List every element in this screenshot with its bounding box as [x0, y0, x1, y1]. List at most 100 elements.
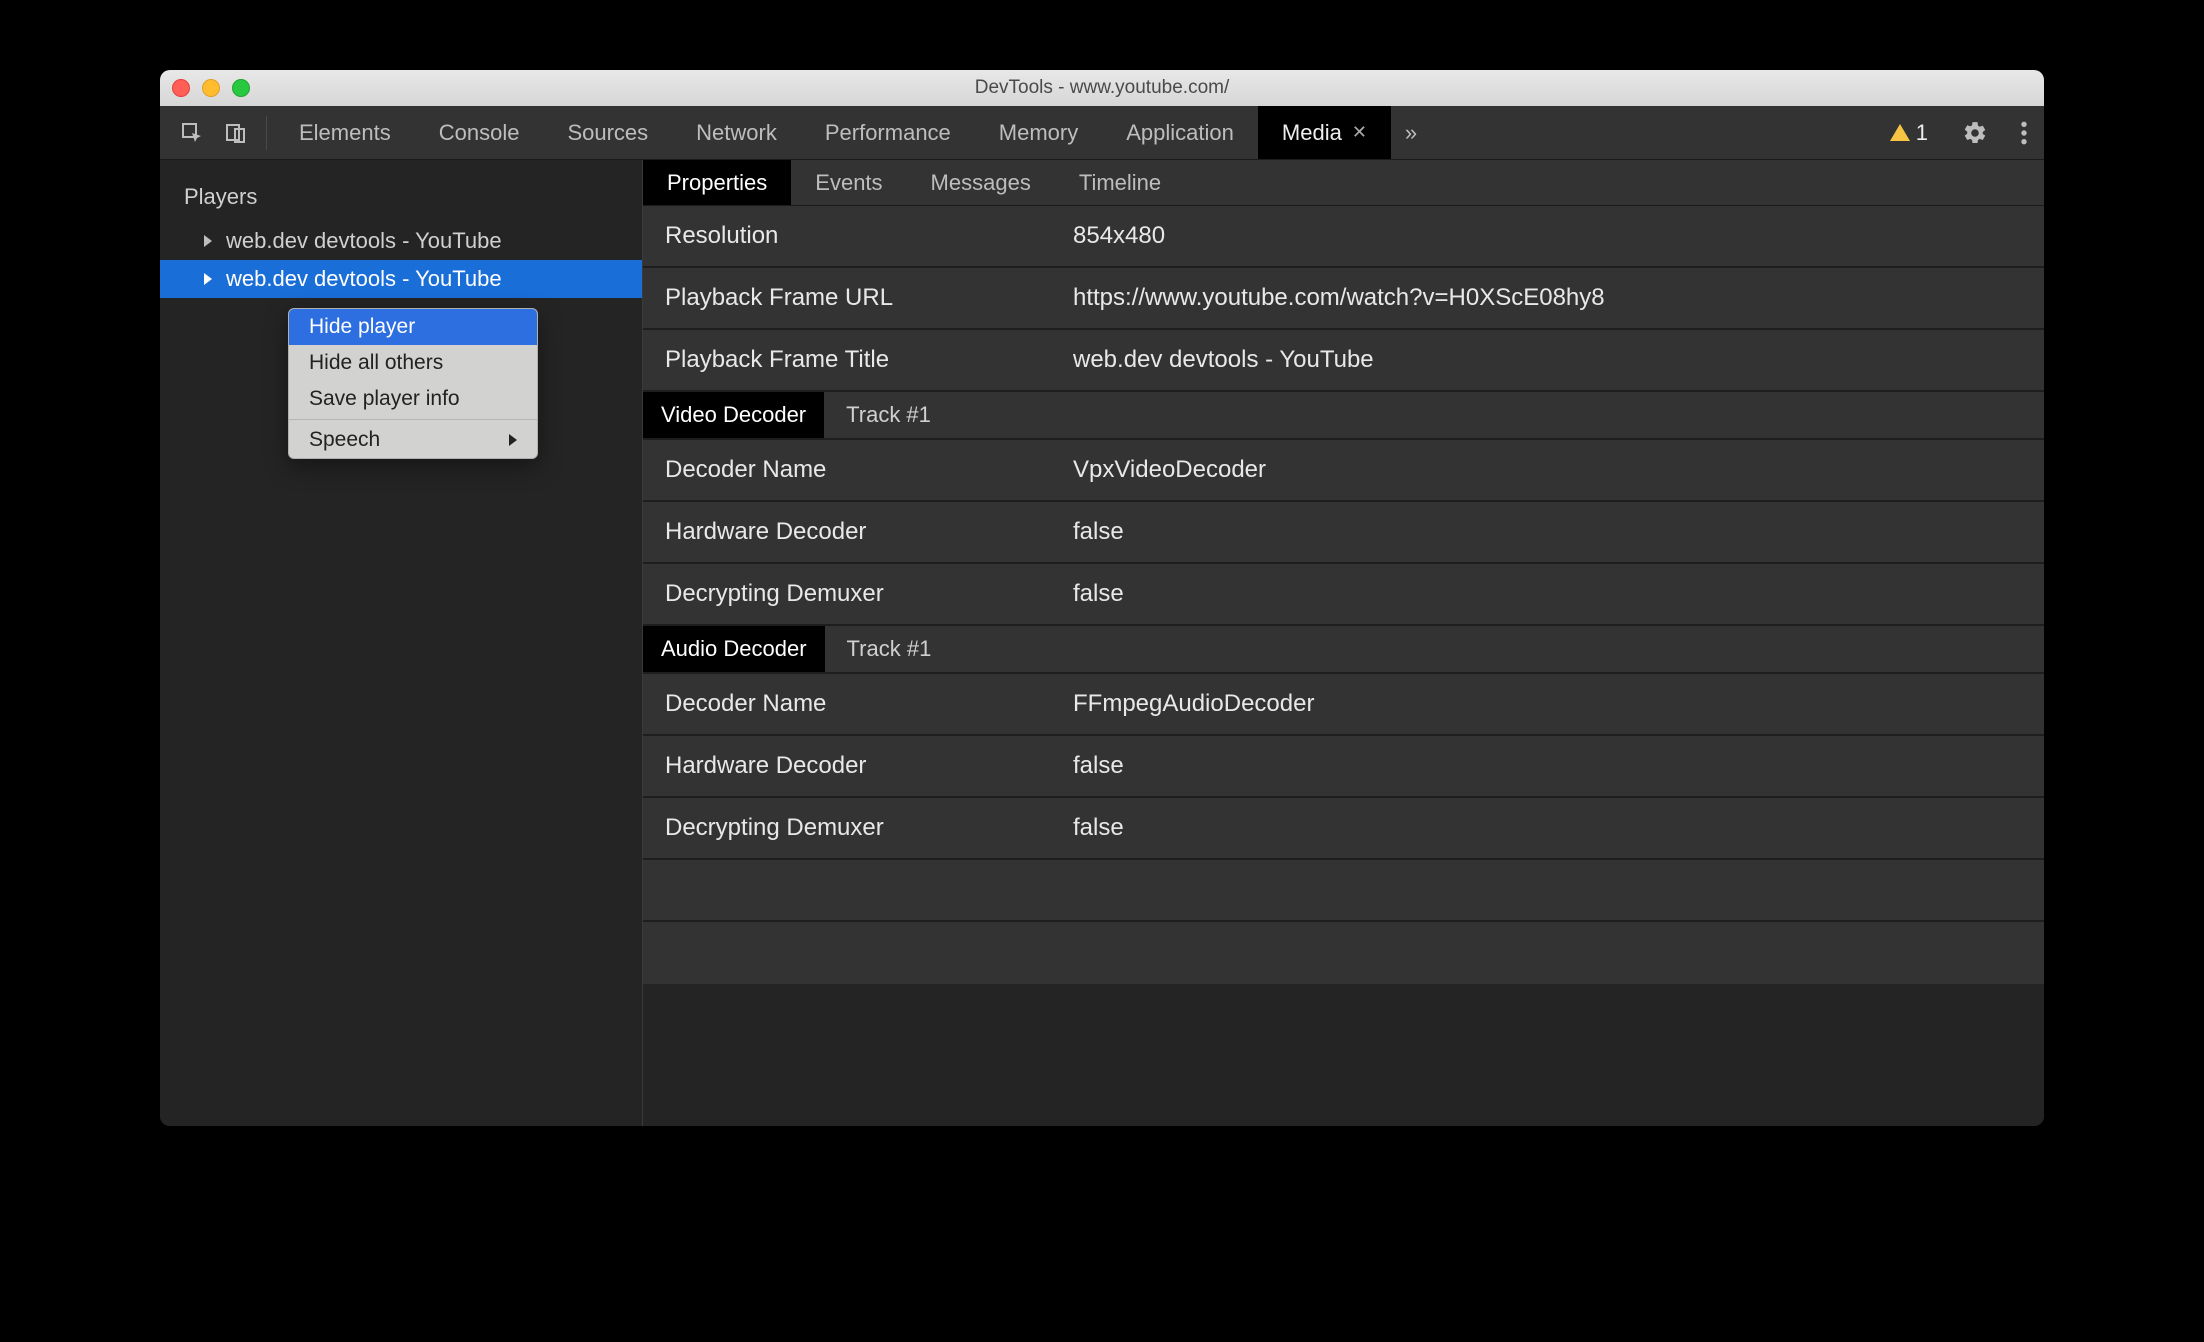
section-track: Track #1	[825, 626, 954, 672]
property-label: Hardware Decoder	[643, 518, 1073, 546]
inspect-element-icon[interactable]	[170, 121, 214, 145]
property-row: Decrypting Demuxer false	[643, 798, 2044, 860]
tab-memory[interactable]: Memory	[975, 106, 1102, 159]
warning-icon	[1890, 124, 1910, 141]
toolbar: Elements Console Sources Network Perform…	[160, 106, 2044, 160]
tab-label: Performance	[825, 120, 951, 146]
window-title: DevTools - www.youtube.com/	[160, 77, 2044, 99]
property-value: web.dev devtools - YouTube	[1073, 346, 2044, 374]
player-label: web.dev devtools - YouTube	[226, 228, 502, 254]
section-header: Video Decoder	[643, 392, 824, 438]
property-value: VpxVideoDecoder	[1073, 456, 2044, 484]
property-row: Playback Frame Title web.dev devtools - …	[643, 330, 2044, 392]
property-row: Resolution 854x480	[643, 206, 2044, 268]
device-toggle-icon[interactable]	[214, 121, 258, 145]
subtab-label: Timeline	[1079, 170, 1161, 196]
more-tabs-icon[interactable]: »	[1391, 120, 1431, 146]
subtab-timeline[interactable]: Timeline	[1055, 160, 1185, 205]
property-value: false	[1073, 518, 2044, 546]
titlebar: DevTools - www.youtube.com/	[160, 70, 2044, 106]
players-sidebar: Players web.dev devtools - YouTube web.d…	[160, 160, 643, 1126]
tab-label: Memory	[999, 120, 1078, 146]
player-label: web.dev devtools - YouTube	[226, 266, 502, 292]
empty-row	[643, 860, 2044, 922]
minimize-window-button[interactable]	[202, 79, 220, 97]
property-row: Hardware Decoder false	[643, 736, 2044, 798]
property-value: https://www.youtube.com/watch?v=H0XScE08…	[1073, 284, 2044, 312]
player-item[interactable]: web.dev devtools - YouTube	[160, 222, 642, 260]
toolbar-divider	[266, 116, 267, 150]
context-menu: Hide player Hide all others Save player …	[288, 308, 538, 459]
property-value: false	[1073, 814, 2044, 842]
section-track: Track #1	[824, 392, 953, 438]
submenu-arrow-icon	[509, 434, 517, 446]
close-window-button[interactable]	[172, 79, 190, 97]
property-label: Playback Frame URL	[643, 284, 1073, 312]
player-item[interactable]: web.dev devtools - YouTube	[160, 260, 642, 298]
tab-label: Elements	[299, 120, 391, 146]
properties-table: Resolution 854x480 Playback Frame URL ht…	[643, 206, 2044, 1126]
play-icon	[204, 235, 212, 247]
property-label: Decrypting Demuxer	[643, 580, 1073, 608]
context-menu-hide-player[interactable]: Hide player	[289, 309, 537, 345]
tab-label: Console	[439, 120, 520, 146]
settings-icon[interactable]	[1946, 120, 2004, 146]
tab-application[interactable]: Application	[1102, 106, 1258, 159]
sidebar-title: Players	[160, 160, 642, 222]
context-menu-label: Speech	[309, 428, 380, 452]
property-label: Decrypting Demuxer	[643, 814, 1073, 842]
play-icon	[204, 273, 212, 285]
property-row: Decrypting Demuxer false	[643, 564, 2044, 626]
context-menu-separator	[289, 419, 537, 420]
tab-media[interactable]: Media ✕	[1258, 106, 1391, 159]
context-menu-hide-others[interactable]: Hide all others	[289, 345, 537, 381]
tab-performance[interactable]: Performance	[801, 106, 975, 159]
subtab-messages[interactable]: Messages	[907, 160, 1055, 205]
property-value: FFmpegAudioDecoder	[1073, 690, 2044, 718]
tab-sources[interactable]: Sources	[543, 106, 672, 159]
property-value: false	[1073, 752, 2044, 780]
subtab-label: Properties	[667, 170, 767, 196]
more-options-icon[interactable]	[2004, 120, 2044, 146]
panel-body: Players web.dev devtools - YouTube web.d…	[160, 160, 2044, 1126]
subtab-properties[interactable]: Properties	[643, 160, 791, 205]
panel-tabs: Elements Console Sources Network Perform…	[275, 106, 1391, 159]
property-label: Hardware Decoder	[643, 752, 1073, 780]
property-row: Playback Frame URL https://www.youtube.c…	[643, 268, 2044, 330]
tab-label: Sources	[567, 120, 648, 146]
tab-elements[interactable]: Elements	[275, 106, 415, 159]
property-value: 854x480	[1073, 222, 2044, 250]
warning-count: 1	[1916, 120, 1928, 146]
empty-row	[643, 922, 2044, 984]
context-menu-label: Save player info	[309, 387, 460, 411]
subtab-label: Messages	[931, 170, 1031, 196]
warnings-badge[interactable]: 1	[1872, 120, 1946, 146]
subtab-events[interactable]: Events	[791, 160, 906, 205]
property-label: Decoder Name	[643, 690, 1073, 718]
context-menu-speech[interactable]: Speech	[289, 422, 537, 458]
window-controls	[172, 79, 250, 97]
context-menu-save-player-info[interactable]: Save player info	[289, 381, 537, 417]
tab-console[interactable]: Console	[415, 106, 544, 159]
subtab-label: Events	[815, 170, 882, 196]
property-label: Resolution	[643, 222, 1073, 250]
property-value: false	[1073, 580, 2044, 608]
tab-label: Network	[696, 120, 777, 146]
property-row: Hardware Decoder false	[643, 502, 2044, 564]
context-menu-label: Hide all others	[309, 351, 443, 375]
property-row: Decoder Name VpxVideoDecoder	[643, 440, 2044, 502]
property-label: Decoder Name	[643, 456, 1073, 484]
devtools-window: DevTools - www.youtube.com/ Elements Con…	[160, 70, 2044, 1126]
media-subtabs: Properties Events Messages Timeline	[643, 160, 2044, 206]
audio-decoder-section: Audio Decoder Track #1	[643, 626, 2044, 674]
context-menu-label: Hide player	[309, 315, 415, 339]
property-label: Playback Frame Title	[643, 346, 1073, 374]
tab-network[interactable]: Network	[672, 106, 801, 159]
video-decoder-section: Video Decoder Track #1	[643, 392, 2044, 440]
tab-label: Application	[1126, 120, 1234, 146]
maximize-window-button[interactable]	[232, 79, 250, 97]
property-row: Decoder Name FFmpegAudioDecoder	[643, 674, 2044, 736]
section-header: Audio Decoder	[643, 626, 825, 672]
close-tab-icon[interactable]: ✕	[1352, 122, 1367, 143]
tab-label: Media	[1282, 120, 1342, 146]
